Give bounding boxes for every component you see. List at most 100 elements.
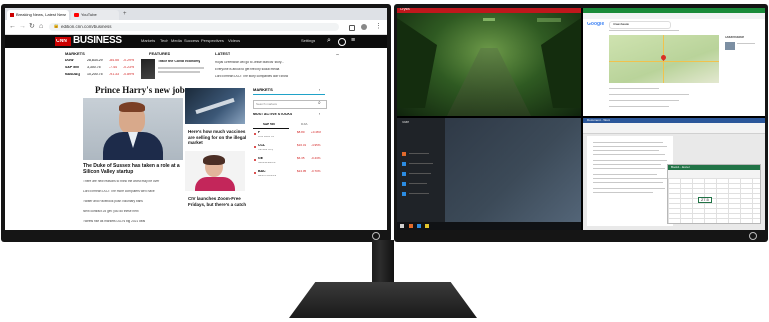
collapse-icon[interactable]: ⌃ (335, 54, 340, 60)
status-dot-icon (254, 133, 256, 135)
vaccine-story[interactable]: Here's how much vaccines are selling for… (188, 129, 248, 147)
browser-tab-active[interactable]: Breaking News, Latest News (7, 10, 69, 20)
nav-item[interactable]: Tech (160, 39, 168, 43)
latest-item[interactable]: Everyone is about to get fired by social… (215, 68, 330, 71)
map-view[interactable] (609, 35, 719, 83)
company: Ford Motor Co (258, 136, 275, 138)
forward-icon[interactable]: → (19, 23, 26, 30)
search-placeholder: Search markets (256, 103, 278, 106)
menu-item[interactable] (409, 193, 429, 194)
latest-item[interactable]: Royal Greenwich will go to Jesse Marcos'… (215, 61, 330, 64)
excel-title: Book1 - Excel (671, 166, 690, 169)
pct: +0.46% (311, 131, 322, 134)
widget-chevron-icon[interactable]: › (319, 112, 320, 116)
menu-item[interactable] (409, 173, 431, 174)
home-icon[interactable]: ⌂ (39, 23, 43, 30)
nav-item[interactable]: Success (184, 39, 199, 43)
featured-thumbnail[interactable] (141, 59, 155, 79)
menu-item[interactable] (409, 183, 427, 184)
selected-cell[interactable]: 27.5 (698, 197, 712, 203)
hero-photo[interactable] (83, 98, 183, 160)
nav-item[interactable]: Markets (141, 39, 155, 43)
panel-line (737, 43, 755, 44)
cnn-logo[interactable]: CNN (55, 37, 71, 46)
back-icon[interactable]: ← (9, 23, 16, 30)
teaser-item[interactable]: Next contract 25 get: you do these next (83, 210, 185, 213)
menu-dots-icon[interactable]: ⋮ (375, 23, 382, 30)
search-icon[interactable]: ⌕ (327, 37, 331, 44)
stock-row[interactable]: F Ford Motor Co $8.80 +0.46% (253, 131, 325, 141)
market-row[interactable]: NASDAQ 10,200.75 -91.33 -0.89% (65, 73, 143, 78)
menu-item[interactable] (409, 153, 429, 154)
menu-item[interactable] (409, 163, 433, 164)
teaser-item[interactable]: There are new reasons to think the worst… (83, 180, 185, 183)
widget-chevron-icon[interactable]: › (319, 88, 320, 92)
menu-app-icon[interactable] (402, 162, 406, 166)
nav-item[interactable]: Perspectives (201, 39, 224, 43)
settings-link[interactable]: Settings (301, 39, 315, 43)
caption[interactable]: The Duke of Sussex has taken a role at a… (83, 163, 185, 176)
teaser-item[interactable]: Tweets rise as markets DOJ's big 2021 de… (83, 220, 185, 223)
start-menu-window[interactable]: Start (397, 118, 581, 230)
teaser-item[interactable]: Lord Ermean DOJ: The more computers we'l… (83, 190, 185, 193)
teaser-item[interactable]: Twitter and Facebook push voluntary bans (83, 200, 185, 203)
featured-text[interactable]: Trace the Covid economy (158, 60, 200, 64)
person-top (195, 177, 235, 191)
profile-icon[interactable] (361, 24, 367, 30)
vaccine-photo[interactable] (185, 88, 245, 124)
menu-app-icon[interactable] (402, 152, 406, 156)
market-tab-sp500[interactable]: S&P 500 (253, 121, 289, 129)
markets-heading: MARKETS (65, 52, 85, 56)
latest-item[interactable]: Lord Ermean DOJ: The story companies don… (215, 75, 330, 78)
most-active-heading: MOST ACTIVE STOCKS (253, 113, 293, 116)
address-bar[interactable]: 🔒 edition.cnn.com/business (49, 23, 339, 31)
zoom-story[interactable]: CIV launches Zoom-Free Fridays, but ther… (188, 196, 248, 214)
excel-grid[interactable] (668, 178, 760, 223)
windows-start-icon[interactable] (400, 224, 404, 228)
reload-icon[interactable]: ↻ (29, 23, 35, 30)
hud-compass-icon (483, 18, 495, 21)
office-windows[interactable]: Document - Word Book1 - Excel 27.5 (583, 118, 765, 230)
person-hair (119, 102, 145, 112)
hud-readout (537, 18, 561, 22)
taskbar-app-icon[interactable] (417, 224, 421, 228)
maps-browser-window[interactable]: Google Ulaanbaatar Ulaanbaatar (583, 8, 765, 116)
ticker: GE (258, 157, 264, 160)
doc-line (593, 164, 661, 165)
power-button-icon[interactable] (749, 232, 757, 240)
taskbar-app-icon[interactable] (409, 224, 413, 228)
pct: -4.95% (311, 144, 321, 147)
market-row[interactable]: DOW 28,834.29 -84.55 -0.29% (65, 59, 143, 64)
taskbar-app-icon[interactable] (425, 224, 429, 228)
new-tab-icon[interactable]: + (123, 11, 127, 17)
nav-item[interactable]: Videos (228, 39, 240, 43)
google-logo[interactable]: Google (587, 22, 604, 27)
zoom-photo[interactable] (185, 151, 245, 191)
headline[interactable]: Prince Harry's new job (95, 86, 185, 95)
stock-row[interactable]: CCL Carnival Corp $16.31 -4.95% (253, 144, 325, 154)
road-shape (447, 48, 531, 116)
search-box[interactable]: Ulaanbaatar (609, 21, 671, 29)
browser-tab[interactable]: YouTube (71, 10, 119, 20)
monitor-stand-neck (372, 240, 394, 284)
excel-window[interactable]: Book1 - Excel 27.5 (667, 164, 761, 224)
market-row[interactable]: S&P 500 3,300.75 -7.44 -0.23% (65, 66, 143, 71)
menu-app-icon[interactable] (402, 182, 406, 186)
doc-line (593, 160, 667, 161)
power-button-icon[interactable] (372, 232, 380, 240)
menu-app-icon[interactable] (402, 172, 406, 176)
markets-search[interactable]: Search markets ⌕ (253, 100, 327, 109)
account-icon[interactable] (338, 38, 346, 46)
stock-row[interactable]: BAC Bank of America $24.05 -0.70% (253, 170, 325, 180)
extension-icon[interactable] (349, 25, 355, 31)
stock-row[interactable]: GE General Electric $6.35 -0.43% (253, 157, 325, 167)
nav-item[interactable]: Media (171, 39, 182, 43)
index-name: S&P 500 (65, 66, 79, 69)
browser-toolbar (583, 13, 765, 19)
word-page[interactable] (587, 136, 673, 226)
section-title[interactable]: BUSINESS (73, 36, 122, 46)
menu-app-icon[interactable] (402, 192, 406, 196)
hamburger-icon[interactable]: ≡ (351, 37, 355, 44)
market-tab-djia[interactable]: DJIA (289, 121, 325, 128)
game-window[interactable]: Crysis (397, 8, 581, 116)
